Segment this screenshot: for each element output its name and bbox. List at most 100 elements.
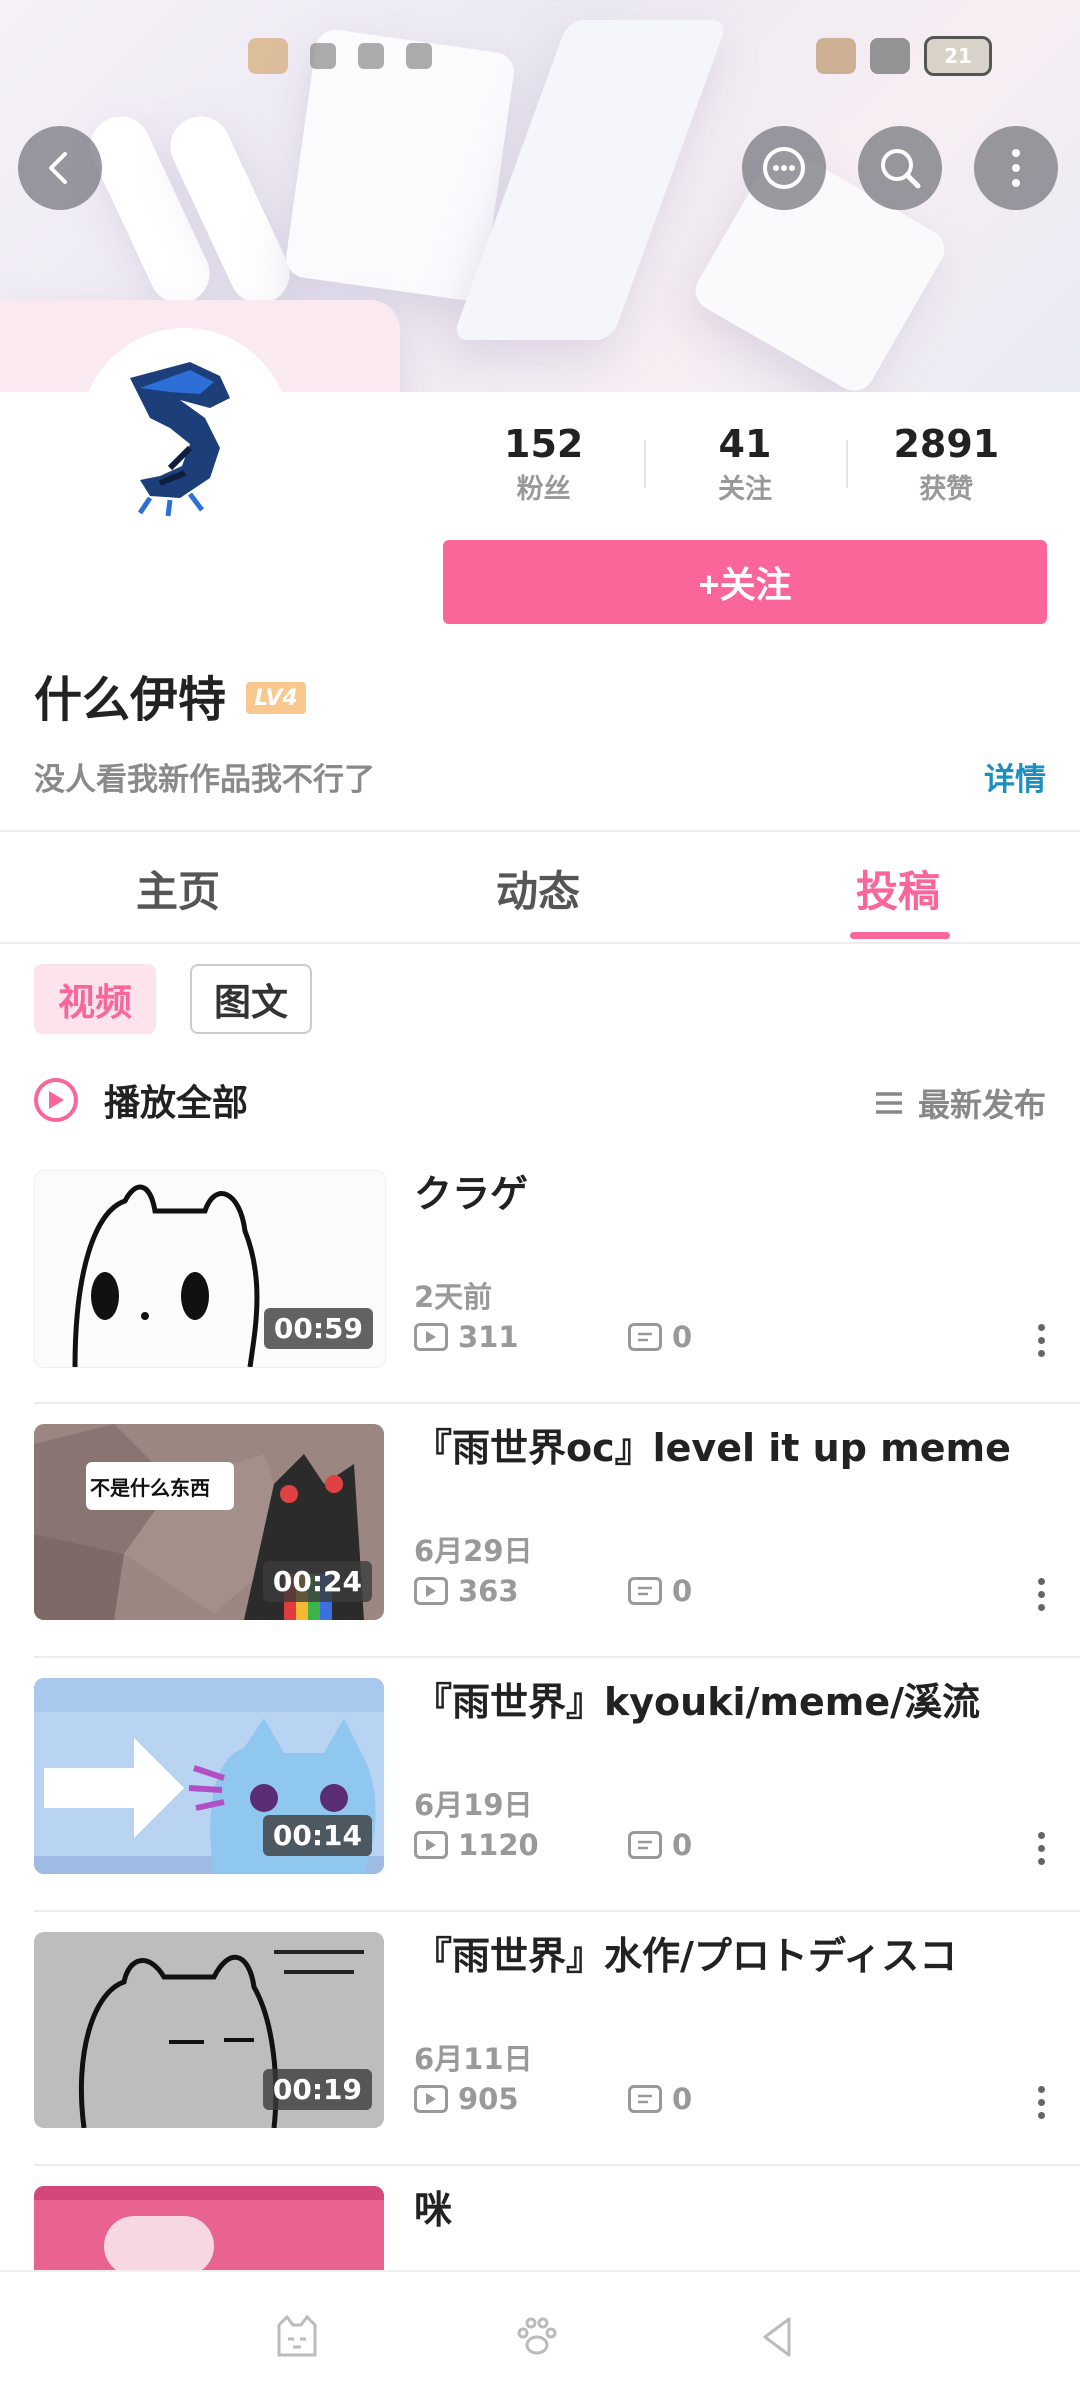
- duration-badge: 00:24: [262, 1561, 372, 1602]
- video-title[interactable]: クラゲ: [414, 1170, 1034, 1218]
- video-item[interactable]: 不是什么东西 00:24 『雨世界oc』level it up meme 6月2…: [0, 1424, 1080, 1678]
- back-triangle-icon[interactable]: [752, 2312, 802, 2362]
- cat-home-icon[interactable]: [272, 2312, 322, 2362]
- view-count: 1120: [458, 1828, 539, 1862]
- level-badge: LV4: [246, 682, 306, 714]
- detail-link[interactable]: 详情: [984, 754, 1046, 799]
- duration-badge: 00:14: [262, 1815, 372, 1856]
- stat-following[interactable]: 41 关注: [644, 418, 845, 518]
- comment-count-icon: [628, 1323, 662, 1351]
- comment-count: 0: [672, 1828, 693, 1862]
- battery-icon: 21: [924, 36, 992, 76]
- sort-button[interactable]: 最新发布: [874, 1080, 1046, 1126]
- tab-home[interactable]: 主页: [136, 858, 220, 919]
- follow-button[interactable]: +关注: [443, 540, 1047, 624]
- status-right: 21: [816, 36, 992, 76]
- more-options-icon[interactable]: [1038, 1832, 1046, 1865]
- stat-likes[interactable]: 2891 获赞: [845, 418, 1047, 518]
- list-icon: [875, 1092, 902, 1114]
- back-button[interactable]: [18, 126, 102, 210]
- video-title[interactable]: 『雨世界』kyouki/meme/溪流: [414, 1678, 1034, 1726]
- comment-count: 0: [672, 1574, 693, 1608]
- video-item[interactable]: 00:19 『雨世界』水作/プロトディスコ 6月11日 905 0: [0, 1932, 1080, 2186]
- tab-dynamics[interactable]: 动态: [496, 858, 580, 919]
- cat-sticker-icon: [310, 43, 336, 69]
- video-date: 2天前: [414, 1280, 493, 1314]
- paw-icon[interactable]: [512, 2312, 562, 2362]
- stat-value: 2891: [893, 422, 1000, 466]
- user-signature: 没人看我新作品我不行了: [34, 762, 375, 798]
- play-all-label: 播放全部: [104, 1083, 249, 1124]
- cat-sticker-icon: [406, 43, 432, 69]
- video-meta: 905 0: [414, 2082, 842, 2116]
- video-title[interactable]: 咪: [414, 2186, 1034, 2234]
- view-count: 905: [458, 2082, 519, 2116]
- message-button[interactable]: [742, 126, 826, 210]
- duration-badge: 00:59: [263, 1308, 373, 1349]
- item-separator: [34, 2164, 1080, 2166]
- more-button[interactable]: [974, 126, 1058, 210]
- more-vertical-icon: [1012, 149, 1020, 187]
- video-thumbnail[interactable]: 00:19: [34, 1932, 384, 2128]
- user-name: 什么伊特: [34, 672, 227, 728]
- stat-label: 关注: [717, 474, 772, 505]
- search-button[interactable]: [858, 126, 942, 210]
- profile-stats: 152 粉丝 41 关注 2891 获赞: [443, 418, 1047, 518]
- video-title[interactable]: 『雨世界』水作/プロトディスコ: [414, 1932, 1034, 1980]
- play-count-icon: [414, 1323, 448, 1351]
- chat-bubble-icon: [763, 147, 805, 189]
- comment-count: 0: [672, 1320, 693, 1354]
- thumbnail-caption: 不是什么东西: [90, 1476, 210, 1500]
- profile-tabs: 主页 动态 投稿: [0, 832, 1080, 942]
- item-separator: [34, 1402, 1080, 1404]
- system-nav-bar: [0, 2270, 1080, 2402]
- video-meta: 311 0: [414, 1320, 842, 1354]
- duration-badge: 00:19: [262, 2069, 372, 2110]
- comment-count: 0: [672, 2082, 693, 2116]
- video-meta: 1120 0: [414, 1828, 842, 1862]
- video-date: 6月19日: [414, 1788, 533, 1822]
- view-count: 311: [458, 1320, 519, 1354]
- mute-icon: [816, 38, 856, 74]
- tab-submissions[interactable]: 投稿: [856, 858, 940, 919]
- stat-value: 152: [504, 422, 584, 466]
- stat-followers[interactable]: 152 粉丝: [443, 418, 644, 518]
- wifi-icon: [870, 38, 910, 74]
- play-count-icon: [414, 2085, 448, 2113]
- play-all-button[interactable]: 播放全部: [34, 1070, 248, 1130]
- video-date: 6月11日: [414, 2042, 533, 2076]
- stat-label: 粉丝: [516, 474, 571, 505]
- stat-value: 41: [718, 422, 772, 466]
- video-meta: 363 0: [414, 1574, 842, 1608]
- video-list: 00:59 クラゲ 2天前 311 0 不是什么东西 00:24 『雨世界oc』…: [0, 1170, 1080, 2286]
- video-date: 6月29日: [414, 1534, 533, 1568]
- video-title[interactable]: 『雨世界oc』level it up meme: [414, 1424, 1034, 1472]
- play-count-icon: [414, 1831, 448, 1859]
- view-count: 363: [458, 1574, 519, 1608]
- play-circle-icon: [34, 1078, 78, 1122]
- more-options-icon[interactable]: [1038, 1324, 1046, 1357]
- dog-sticker-icon: [248, 38, 288, 74]
- avatar[interactable]: [80, 328, 290, 538]
- status-bar: 21: [0, 30, 1080, 90]
- tab-indicator: [850, 932, 950, 939]
- filter-video[interactable]: 视频: [34, 964, 156, 1034]
- search-icon: [881, 149, 921, 189]
- video-thumbnail[interactable]: 00:59: [34, 1170, 386, 1368]
- video-item[interactable]: 00:59 クラゲ 2天前 311 0: [0, 1170, 1080, 1424]
- item-separator: [34, 1910, 1080, 1912]
- more-options-icon[interactable]: [1038, 1578, 1046, 1611]
- filter-image-text[interactable]: 图文: [190, 964, 312, 1034]
- divider: [0, 942, 1080, 944]
- video-item[interactable]: 00:14 『雨世界』kyouki/meme/溪流 6月19日 1120 0: [0, 1678, 1080, 1932]
- comment-count-icon: [628, 1831, 662, 1859]
- cat-sticker-icon: [358, 43, 384, 69]
- stat-label: 获赞: [919, 474, 974, 505]
- comment-count-icon: [628, 2085, 662, 2113]
- status-left: [248, 38, 432, 74]
- video-thumbnail[interactable]: 不是什么东西 00:24: [34, 1424, 384, 1620]
- play-count-icon: [414, 1577, 448, 1605]
- sort-label: 最新发布: [917, 1086, 1046, 1124]
- more-options-icon[interactable]: [1038, 2086, 1046, 2119]
- video-thumbnail[interactable]: 00:14: [34, 1678, 384, 1874]
